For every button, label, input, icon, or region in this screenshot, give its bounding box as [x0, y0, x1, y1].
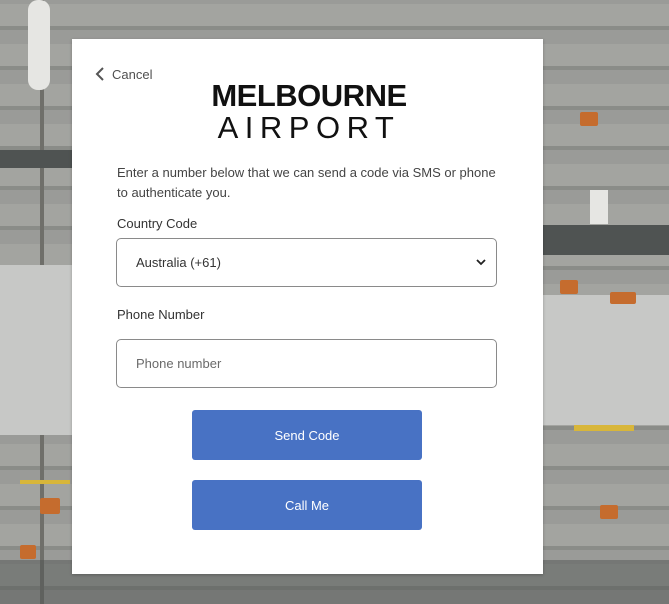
- phone-number-label: Phone Number: [117, 307, 205, 322]
- call-me-button[interactable]: Call Me: [192, 480, 422, 530]
- intro-text: Enter a number below that we can send a …: [117, 165, 496, 200]
- auth-card: Cancel MELBOURNE AIRPORT Enter a number …: [72, 39, 543, 574]
- chevron-left-icon: [95, 67, 104, 81]
- chevron-down-icon: [476, 259, 486, 266]
- country-code-label: Country Code: [117, 216, 198, 231]
- send-code-button[interactable]: Send Code: [192, 410, 422, 460]
- phone-number-input[interactable]: Phone number: [116, 339, 497, 388]
- logo-line2: AIRPORT: [217, 110, 401, 145]
- country-code-value: Australia (+61): [136, 255, 221, 270]
- melbourne-airport-logo: MELBOURNE AIRPORT: [204, 79, 414, 145]
- logo-line1: MELBOURNE: [211, 78, 407, 113]
- cancel-link[interactable]: Cancel: [94, 66, 152, 82]
- phone-number-placeholder: Phone number: [136, 356, 222, 371]
- country-code-select[interactable]: Australia (+61): [116, 238, 497, 287]
- cancel-label: Cancel: [112, 66, 153, 82]
